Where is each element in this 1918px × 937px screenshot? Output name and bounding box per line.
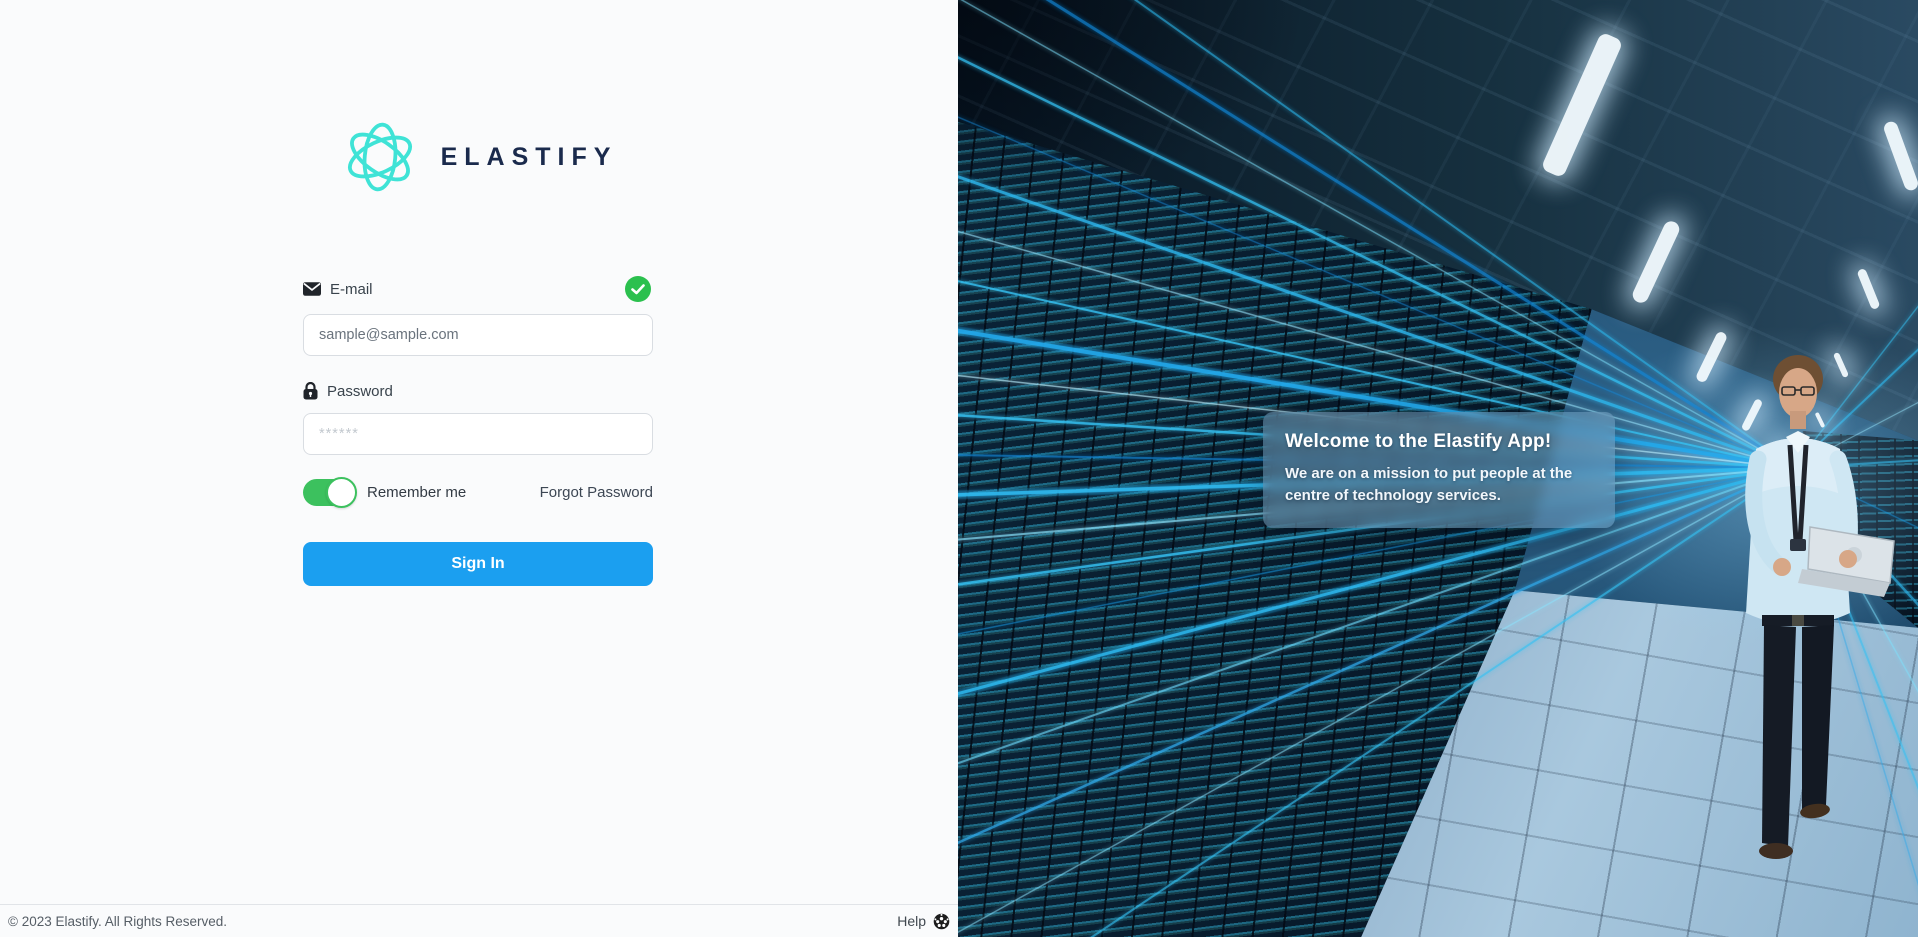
brand-atom-icon xyxy=(339,116,421,198)
login-form: ELASTIFY E-mail xyxy=(303,116,653,586)
help-area: Help xyxy=(897,913,950,930)
login-page: ELASTIFY E-mail xyxy=(0,0,1918,937)
email-label-row: E-mail xyxy=(303,276,653,302)
toggle-knob xyxy=(326,477,357,508)
lock-icon xyxy=(303,382,318,400)
copyright-text: © 2023 Elastify. All Rights Reserved. xyxy=(8,914,227,929)
hero-panel: Welcome to the Elastify App! We are on a… xyxy=(958,0,1918,937)
footer-bar: © 2023 Elastify. All Rights Reserved. He… xyxy=(0,904,958,937)
sign-in-button[interactable]: Sign In xyxy=(303,542,653,586)
password-label-row: Password xyxy=(303,378,653,404)
remember-row: Remember me Forgot Password xyxy=(303,476,653,508)
password-label: Password xyxy=(327,383,393,400)
forgot-password-link[interactable]: Forgot Password xyxy=(540,484,653,501)
brand-logo: ELASTIFY xyxy=(303,116,653,198)
valid-check-icon xyxy=(625,276,651,302)
help-link[interactable]: Help xyxy=(897,913,926,929)
envelope-icon xyxy=(303,282,321,296)
email-label: E-mail xyxy=(330,281,373,298)
soccer-ball-icon[interactable] xyxy=(933,913,950,930)
remember-me-toggle[interactable] xyxy=(303,479,356,506)
login-panel: ELASTIFY E-mail xyxy=(0,0,958,937)
email-input[interactable] xyxy=(303,314,653,356)
welcome-subtitle: We are on a mission to put people at the… xyxy=(1285,463,1593,507)
welcome-title: Welcome to the Elastify App! xyxy=(1285,431,1593,453)
password-input[interactable] xyxy=(303,413,653,455)
welcome-card: Welcome to the Elastify App! We are on a… xyxy=(1263,412,1615,528)
person-illustration xyxy=(1698,345,1898,865)
brand-name: ELASTIFY xyxy=(441,143,618,172)
remember-me-label: Remember me xyxy=(367,484,466,501)
